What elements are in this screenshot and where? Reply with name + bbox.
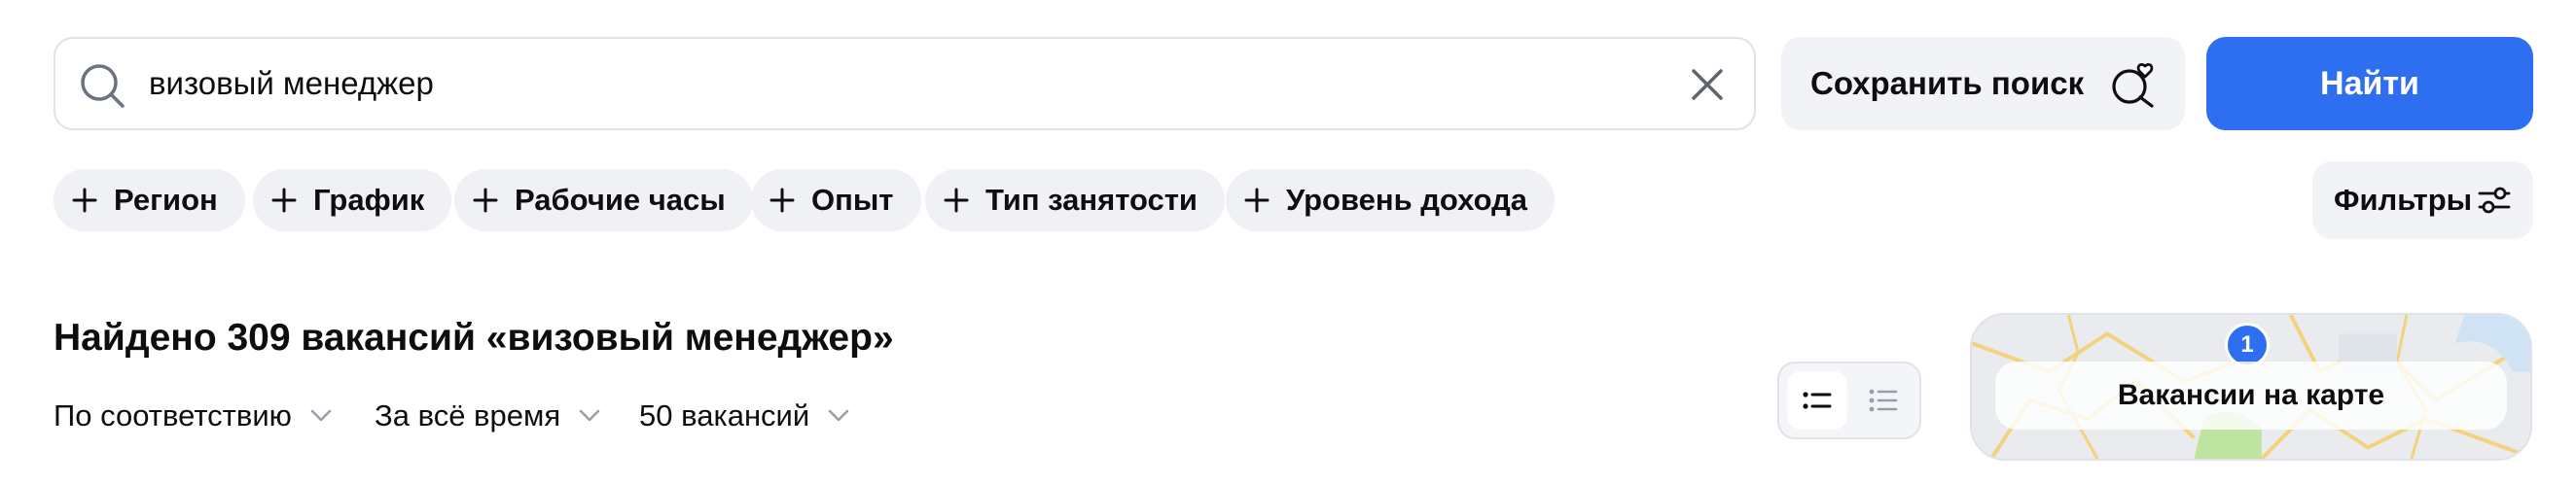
sliders-icon	[2478, 187, 2511, 214]
chip-working-hours[interactable]: Рабочие часы	[454, 169, 753, 231]
chip-label: Рабочие часы	[515, 183, 726, 217]
chip-label: Тип занятости	[985, 183, 1198, 217]
filters-button[interactable]: Фильтры	[2312, 161, 2533, 239]
view-detailed-button[interactable]	[1853, 371, 1914, 430]
plus-icon	[271, 188, 297, 213]
saved-search-heart-icon	[2112, 62, 2154, 108]
view-compact-button[interactable]	[1787, 371, 1847, 430]
map-vacancies-card[interactable]: 1 Вакансии на карте	[1970, 313, 2532, 461]
plus-icon	[1244, 188, 1270, 213]
search-input[interactable]	[149, 56, 1647, 111]
results-title: Найдено 309 вакансий «визовый менеджер»	[54, 317, 894, 359]
search-box[interactable]	[54, 37, 1756, 130]
map-vacancies-label: Вакансии на карте	[1995, 362, 2507, 430]
sort-relevance-label: По соответствию	[54, 398, 292, 432]
plus-icon	[473, 188, 498, 213]
plus-icon	[72, 188, 97, 213]
sort-count-dropdown[interactable]: 50 вакансий	[639, 398, 850, 433]
chip-label: Регион	[114, 183, 218, 217]
save-search-label: Сохранить поиск	[1810, 65, 2085, 101]
chevron-down-icon	[579, 409, 600, 422]
chip-experience[interactable]: Опыт	[751, 169, 921, 231]
chevron-down-icon	[310, 409, 332, 422]
view-toggle	[1777, 362, 1921, 439]
find-button[interactable]: Найти	[2206, 37, 2533, 130]
plus-icon	[944, 188, 969, 213]
chip-label: Опыт	[811, 183, 894, 217]
filters-label: Фильтры	[2334, 183, 2473, 217]
save-search-button[interactable]: Сохранить поиск	[1781, 37, 2185, 130]
plus-icon	[769, 188, 795, 213]
chip-region[interactable]: Регион	[54, 169, 245, 231]
sort-period-label: За всё время	[375, 398, 561, 432]
search-icon	[81, 64, 125, 108]
chevron-down-icon	[828, 409, 849, 422]
detailed-list-icon	[1869, 389, 1898, 412]
chip-income-level[interactable]: Уровень дохода	[1226, 169, 1556, 231]
compact-list-icon	[1803, 392, 1832, 409]
sort-relevance-dropdown[interactable]: По соответствию	[54, 398, 333, 433]
sort-count-label: 50 вакансий	[639, 398, 810, 432]
chip-schedule[interactable]: График	[253, 169, 452, 231]
chip-label: График	[313, 183, 425, 217]
chip-label: Уровень дохода	[1286, 183, 1528, 217]
sort-period-dropdown[interactable]: За всё время	[375, 398, 601, 433]
chip-employment-type[interactable]: Тип занятости	[925, 169, 1225, 231]
close-icon[interactable]	[1688, 65, 1727, 104]
